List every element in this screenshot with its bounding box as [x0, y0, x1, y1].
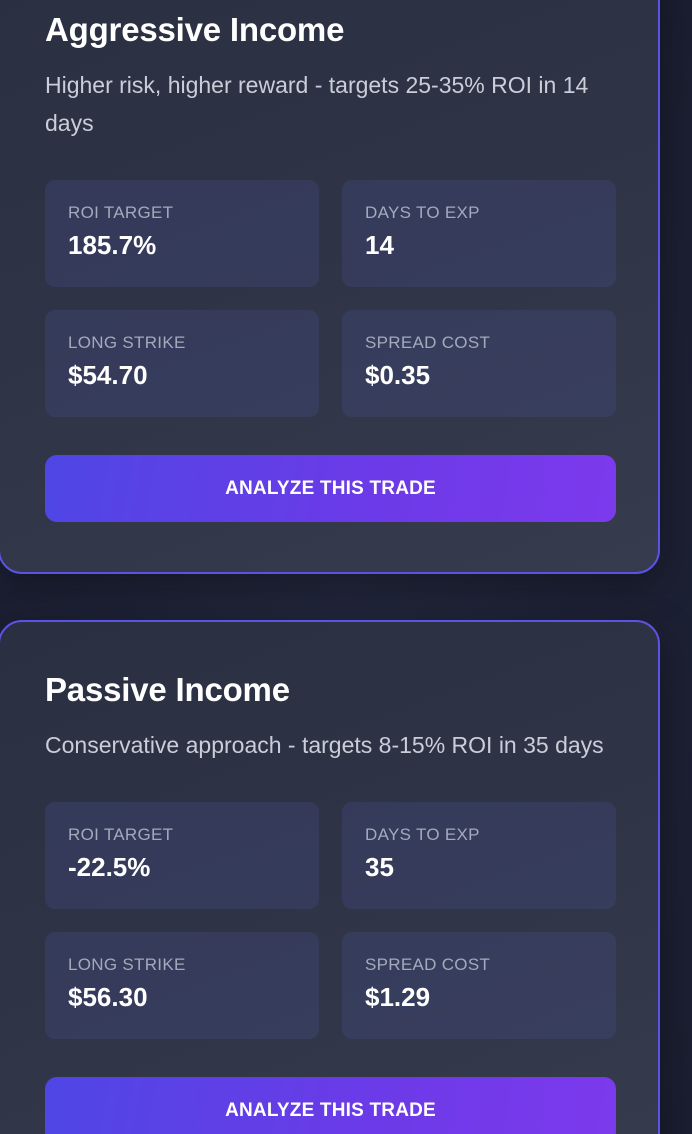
stat-long-strike: LONG STRIKE $54.70 — [45, 310, 319, 417]
strategy-title: Aggressive Income — [45, 11, 345, 48]
stat-value: $54.70 — [68, 360, 148, 390]
strategy-description: Higher risk, higher reward - targets 25-… — [45, 72, 589, 136]
stat-label: SPREAD COST — [365, 333, 491, 352]
stat-label: DAYS TO EXP — [365, 825, 480, 844]
strategy-description: Conservative approach - targets 8-15% RO… — [45, 732, 604, 758]
strategy-card-aggressive-income: Aggressive Income Higher risk, higher re… — [0, 0, 660, 574]
stat-label: SPREAD COST — [365, 955, 491, 974]
stat-spread-cost: SPREAD COST $1.29 — [342, 932, 616, 1039]
stat-label: ROI TARGET — [68, 825, 174, 844]
strategy-list: Aggressive Income Higher risk, higher re… — [0, 0, 692, 1134]
stat-value: $1.29 — [365, 982, 431, 1012]
analyze-trade-button[interactable]: ANALYZE THIS TRADE — [45, 1077, 616, 1134]
strategy-title: Passive Income — [45, 671, 290, 708]
strategy-stats-grid: ROI TARGET -22.5% DAYS TO EXP 35 LONG ST… — [45, 802, 616, 1039]
stat-long-strike: LONG STRIKE $56.30 — [45, 932, 319, 1039]
stat-roi-target: ROI TARGET 185.7% — [45, 180, 319, 287]
stat-label: DAYS TO EXP — [365, 203, 480, 222]
stat-value: -22.5% — [68, 852, 151, 882]
strategy-card-content: Aggressive Income Higher risk, higher re… — [45, 8, 616, 522]
strategy-card-content: Passive Income Conservative approach - t… — [45, 668, 616, 1134]
analyze-trade-button[interactable]: ANALYZE THIS TRADE — [45, 455, 616, 522]
strategy-stats-grid: ROI TARGET 185.7% DAYS TO EXP 14 LONG ST… — [45, 180, 616, 417]
stat-days-to-exp: DAYS TO EXP 14 — [342, 180, 616, 287]
stat-label: LONG STRIKE — [68, 333, 186, 352]
stat-value: 185.7% — [68, 230, 157, 260]
stat-days-to-exp: DAYS TO EXP 35 — [342, 802, 616, 909]
stat-label: LONG STRIKE — [68, 955, 186, 974]
stat-value: $56.30 — [68, 982, 148, 1012]
strategy-card-passive-income: Passive Income Conservative approach - t… — [0, 620, 660, 1134]
stat-spread-cost: SPREAD COST $0.35 — [342, 310, 616, 417]
stat-label: ROI TARGET — [68, 203, 174, 222]
stat-value: 14 — [365, 230, 394, 260]
stat-value: 35 — [365, 852, 394, 882]
stat-roi-target: ROI TARGET -22.5% — [45, 802, 319, 909]
stat-value: $0.35 — [365, 360, 431, 390]
